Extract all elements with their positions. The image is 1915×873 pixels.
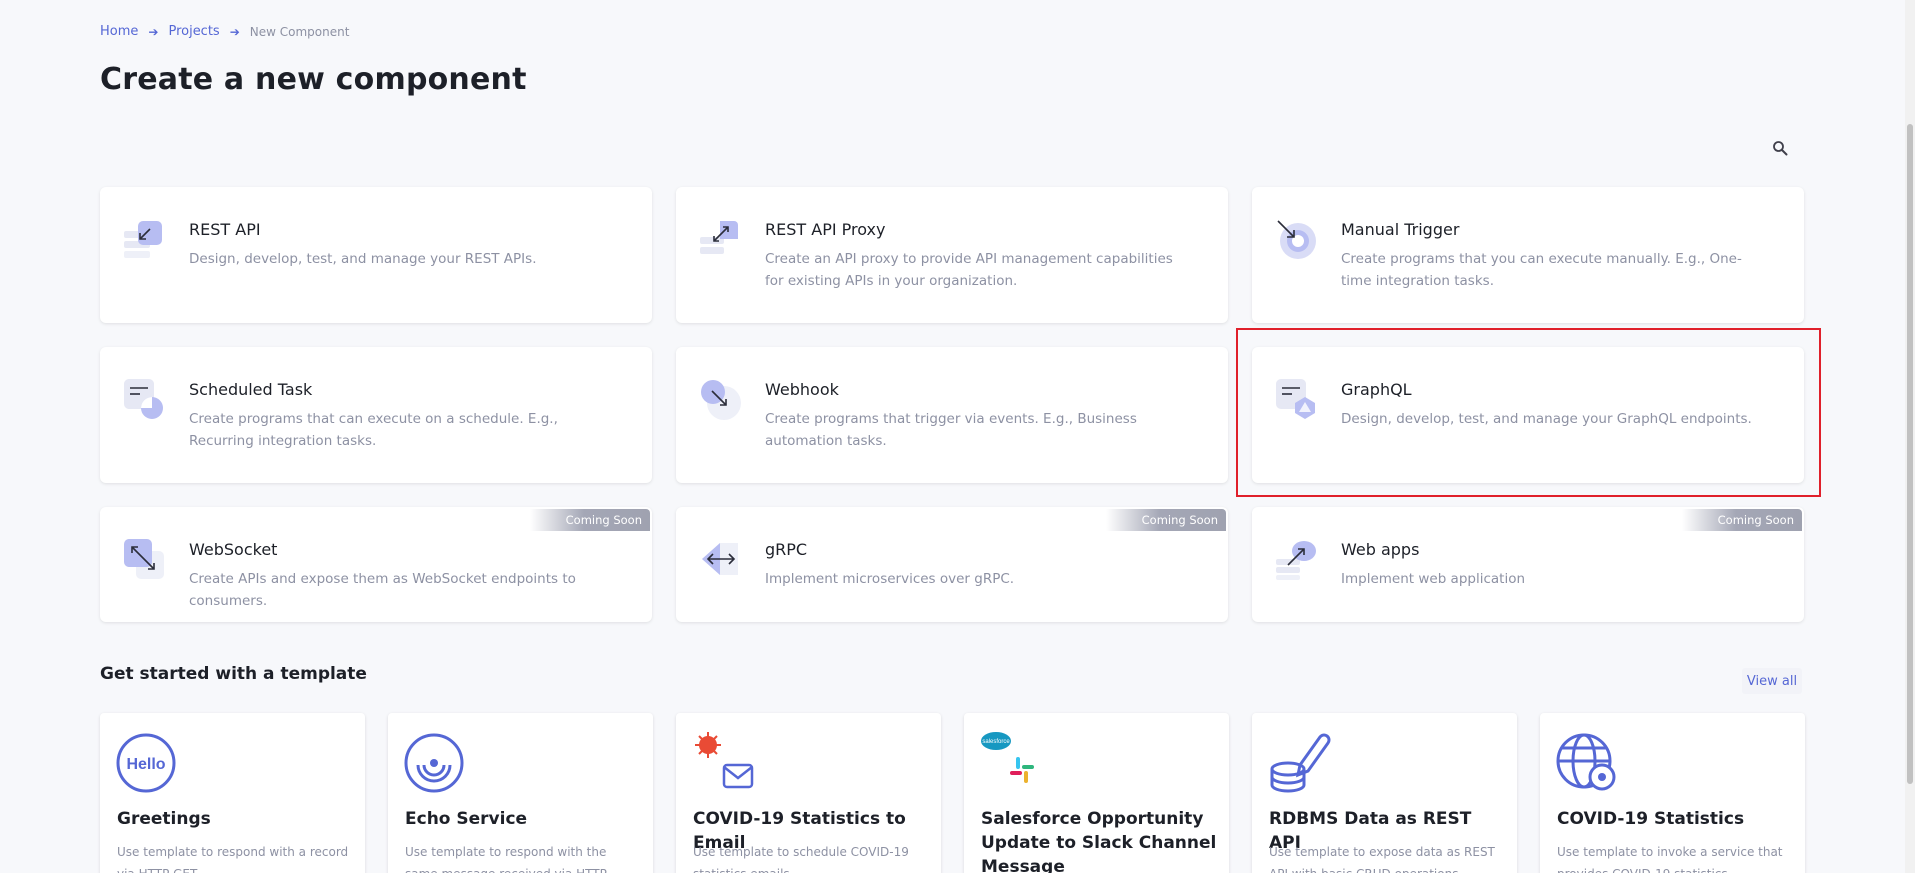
component-title: WebSocket — [189, 540, 278, 559]
arrow-right-icon: ➔ — [148, 24, 159, 39]
template-description: Use template to expose data as REST API … — [1269, 845, 1495, 873]
coming-soon-badge: Coming Soon — [1682, 509, 1802, 531]
component-card-rest-api-proxy[interactable]: REST API Proxy Create an API proxy to pr… — [676, 187, 1228, 323]
breadcrumb-current: New Component — [249, 24, 350, 39]
component-grid: REST API Design, develop, test, and mana… — [100, 187, 1804, 622]
component-description: Design, develop, test, and manage your R… — [189, 251, 537, 267]
graphql-icon — [1276, 379, 1315, 419]
covid-globe-icon — [1556, 733, 1616, 791]
component-card-grpc[interactable]: gRPC Implement microservices over gRPC. … — [676, 507, 1228, 622]
svg-text:Hello: Hello — [126, 756, 165, 773]
svg-text:salesforce: salesforce — [982, 739, 1010, 745]
component-title: Web apps — [1341, 540, 1420, 559]
template-description: Use template to respond with a record vi… — [117, 845, 349, 873]
database-icon — [1270, 733, 1331, 793]
component-description: Create APIs and expose them as WebSocket… — [189, 571, 576, 609]
template-card-covid-stats[interactable]: COVID-19 Statistics Use template to invo… — [1540, 713, 1805, 873]
covid-email-icon — [695, 732, 754, 789]
breadcrumb-home-link[interactable]: Home — [100, 24, 138, 39]
component-title: REST API — [189, 220, 261, 239]
component-title: Webhook — [765, 380, 839, 399]
echo-icon — [404, 733, 464, 793]
template-list: Hello Greetings Use template to respond … — [100, 713, 1805, 873]
component-card-graphql[interactable]: GraphQL Design, develop, test, and manag… — [1252, 347, 1804, 483]
breadcrumb: Home ➔ Projects ➔ New Component — [100, 24, 349, 39]
template-title: Salesforce Opportunity Update to Slack C… — [981, 809, 1217, 873]
scheduled-task-icon — [124, 379, 163, 419]
template-card-rdbms-rest[interactable]: RDBMS Data as REST API Use template to e… — [1252, 713, 1517, 873]
rest-api-proxy-icon — [700, 221, 738, 254]
manual-trigger-icon — [1277, 220, 1316, 259]
template-title: COVID-19 Statistics — [1557, 809, 1745, 829]
component-description: Create an API proxy to provide API manag… — [765, 251, 1173, 289]
grpc-icon — [702, 543, 738, 575]
breadcrumb-projects-link[interactable]: Projects — [168, 24, 219, 39]
component-card-web-apps[interactable]: Web apps Implement web application Comin… — [1252, 507, 1804, 622]
coming-soon-badge: Coming Soon — [530, 509, 650, 531]
scrollbar-thumb[interactable] — [1907, 124, 1913, 784]
templates-section-title: Get started with a template — [100, 664, 367, 684]
template-title: Echo Service — [405, 809, 528, 829]
salesforce-slack-icon: salesforce — [981, 732, 1034, 783]
websocket-icon — [124, 539, 164, 579]
component-description: Create programs that trigger via events.… — [765, 411, 1137, 449]
component-description: Implement microservices over gRPC. — [765, 571, 1015, 587]
hello-icon: Hello — [116, 733, 176, 793]
vertical-scrollbar[interactable] — [1905, 0, 1915, 873]
component-title: REST API Proxy — [765, 220, 886, 239]
template-description: Use template to respond with the same me… — [405, 845, 607, 873]
component-title: GraphQL — [1341, 380, 1412, 399]
template-card-echo-service[interactable]: Echo Service Use template to respond wit… — [388, 713, 653, 873]
rest-api-icon — [124, 221, 162, 258]
view-all-button[interactable]: View all — [1742, 668, 1802, 694]
component-card-webhook[interactable]: Webhook Create programs that trigger via… — [676, 347, 1228, 483]
template-description: Use template to schedule COVID-19 statis… — [693, 845, 909, 873]
template-title: Greetings — [117, 809, 211, 829]
component-title: gRPC — [765, 540, 808, 559]
component-card-manual-trigger[interactable]: Manual Trigger Create programs that you … — [1252, 187, 1804, 323]
search-button[interactable] — [1768, 136, 1792, 160]
component-card-scheduled-task[interactable]: Scheduled Task Create programs that can … — [100, 347, 652, 483]
arrow-right-icon: ➔ — [229, 24, 240, 39]
web-apps-icon — [1276, 541, 1316, 580]
webhook-icon — [701, 380, 741, 420]
coming-soon-badge: Coming Soon — [1106, 509, 1226, 531]
template-card-salesforce-slack[interactable]: salesforce Salesforce Opportunity Update… — [964, 713, 1229, 873]
template-card-greetings[interactable]: Hello Greetings Use template to respond … — [100, 713, 365, 873]
component-description: Create programs that can execute on a sc… — [189, 411, 558, 449]
component-description: Design, develop, test, and manage your G… — [1341, 411, 1752, 427]
search-icon — [1773, 141, 1788, 156]
component-card-rest-api[interactable]: REST API Design, develop, test, and mana… — [100, 187, 652, 323]
component-description: Implement web application — [1341, 571, 1526, 587]
template-card-covid-email[interactable]: COVID-19 Statistics to Email Use templat… — [676, 713, 941, 873]
component-title: Manual Trigger — [1341, 220, 1460, 239]
template-description: Use template to invoke a service that pr… — [1557, 845, 1783, 873]
component-title: Scheduled Task — [189, 380, 313, 399]
component-card-websocket[interactable]: WebSocket Create APIs and expose them as… — [100, 507, 652, 622]
component-description: Create programs that you can execute man… — [1341, 251, 1742, 289]
page-title: Create a new component — [100, 62, 527, 97]
